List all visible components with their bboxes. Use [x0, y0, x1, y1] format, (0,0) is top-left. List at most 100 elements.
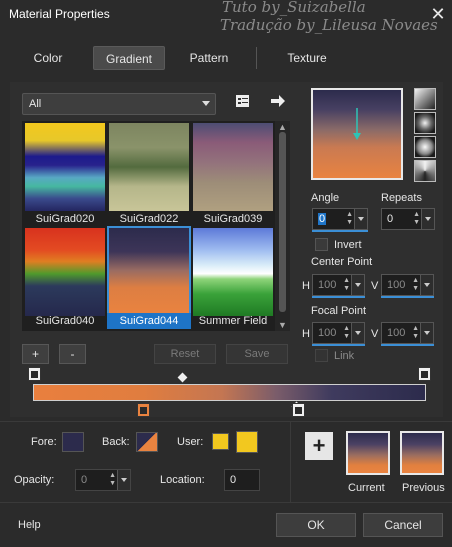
invert-checkbox[interactable] [315, 238, 328, 251]
swatch-suigrad044[interactable] [107, 226, 191, 315]
spin-arrows-icon[interactable]: ▲ ▼ [412, 325, 419, 341]
back-label: Back: [102, 436, 130, 448]
scroll-thumb[interactable] [279, 132, 286, 312]
spin-arrows-icon[interactable]: ▲ ▼ [109, 472, 116, 488]
chevron-down-icon[interactable] [354, 209, 367, 229]
center-h-value: 100 [318, 279, 337, 291]
window-title: Material Properties [9, 7, 110, 21]
sunburst-style-icon[interactable] [414, 136, 436, 158]
tab-texture[interactable]: Texture [270, 46, 344, 70]
repeats-value: 0 [387, 213, 394, 225]
help-link[interactable]: Help [18, 519, 41, 531]
scroll-up-icon[interactable]: ▲ [275, 122, 290, 132]
divider [0, 421, 452, 422]
save-button[interactable]: Save [226, 344, 288, 364]
swatch-suigrad022[interactable] [109, 123, 189, 211]
angle-label: Angle [311, 192, 340, 204]
swatch-label: Summer Field [198, 315, 268, 327]
watermark-line-2: Tradução by_Lileusa Novaes [220, 16, 438, 34]
swatch-label: SuiGrad040 [35, 315, 95, 327]
library-menu-icon[interactable] [235, 93, 251, 109]
repeats-input[interactable]: 0 ▲ ▼ [381, 208, 435, 230]
previous-gradient-swatch[interactable] [400, 431, 444, 475]
location-input[interactable]: 0 [224, 469, 260, 491]
center-v-label: V [371, 280, 379, 292]
ok-button[interactable]: OK [276, 513, 356, 537]
opacity-input[interactable]: 0 ▲ ▼ [75, 469, 131, 491]
add-swatch-button[interactable]: + [305, 432, 333, 460]
swatch-suigrad040[interactable] [25, 228, 105, 316]
tab-gradient[interactable]: Gradient [93, 46, 165, 70]
color-stop-navy[interactable] [292, 403, 305, 417]
opacity-label: Opacity: [14, 474, 55, 486]
chevron-down-icon[interactable] [351, 323, 364, 343]
focal-h-label: H [302, 328, 310, 340]
cancel-button[interactable]: Cancel [363, 513, 443, 537]
rectangular-style-icon[interactable] [414, 112, 436, 134]
chevron-down-icon[interactable] [117, 470, 130, 490]
spin-arrows-icon[interactable]: ▲ ▼ [343, 325, 350, 341]
chevron-down-icon[interactable] [351, 275, 364, 295]
center-v-value: 100 [387, 279, 406, 291]
close-icon[interactable]: ✕ [428, 4, 448, 24]
arrow-right-icon[interactable] [270, 93, 286, 109]
focal-h-input[interactable]: 100 ▲ ▼ [312, 322, 365, 344]
add-gradient-button[interactable]: + [22, 344, 49, 364]
radial-style-icon[interactable] [414, 160, 436, 182]
fore-label: Fore: [31, 436, 57, 448]
linear-style-icon[interactable] [414, 88, 436, 110]
chevron-down-icon[interactable] [420, 323, 433, 343]
color-stop-orange[interactable] [137, 403, 150, 417]
watermark-line-1: Tuto by_Suizabella [222, 0, 366, 16]
category-dropdown[interactable]: All [22, 93, 216, 115]
transparency-stop-right[interactable] [418, 367, 431, 381]
focus-underline [312, 296, 365, 298]
user-label: User: [177, 436, 204, 448]
opacity-value: 0 [81, 474, 88, 486]
focal-v-value: 100 [387, 327, 406, 339]
angle-input[interactable]: 0 ▲ ▼ [312, 208, 368, 230]
center-point-label: Center Point [311, 256, 373, 268]
chevron-down-icon[interactable] [421, 209, 434, 229]
gradient-editor-bar[interactable] [33, 384, 426, 401]
current-gradient-swatch[interactable] [346, 431, 390, 475]
center-h-input[interactable]: 100 ▲ ▼ [312, 274, 365, 296]
spin-arrows-icon[interactable]: ▲ ▼ [412, 277, 419, 293]
focal-v-label: V [371, 328, 379, 340]
user-color-swatch-small[interactable] [212, 433, 229, 450]
fore-color-swatch[interactable] [62, 432, 84, 452]
tab-pattern[interactable]: Pattern [176, 46, 242, 70]
location-value: 0 [230, 474, 237, 486]
tab-separator [256, 47, 257, 69]
divider-vertical [290, 422, 291, 502]
swatch-label: SuiGrad022 [119, 213, 179, 225]
link-checkbox[interactable] [315, 349, 328, 362]
transparency-stop-left[interactable] [28, 367, 41, 381]
divider [0, 502, 452, 503]
remove-gradient-button[interactable]: - [59, 344, 86, 364]
focal-point-label: Focal Point [311, 305, 367, 317]
swatch-suigrad039[interactable] [193, 123, 273, 211]
user-color-swatch[interactable] [236, 431, 258, 453]
center-h-label: H [302, 280, 310, 292]
gradient-preview[interactable] [311, 88, 403, 180]
focus-underline [381, 344, 434, 346]
swatch-summer-field[interactable] [193, 228, 273, 316]
scroll-down-icon[interactable]: ▼ [275, 320, 290, 330]
previous-label: Previous [402, 482, 445, 494]
focus-underline [381, 296, 434, 298]
link-label: Link [334, 350, 355, 362]
back-gradient-swatch[interactable] [136, 432, 158, 452]
swatch-label: SuiGrad020 [35, 213, 95, 225]
spin-arrows-icon[interactable]: ▲ ▼ [343, 277, 350, 293]
reset-button[interactable]: Reset [154, 344, 216, 364]
swatch-suigrad020[interactable] [25, 123, 105, 211]
category-value: All [29, 98, 42, 110]
focal-v-input[interactable]: 100 ▲ ▼ [381, 322, 434, 344]
tab-color[interactable]: Color [14, 46, 82, 70]
invert-label: Invert [334, 239, 362, 251]
center-v-input[interactable]: 100 ▲ ▼ [381, 274, 434, 296]
spin-arrows-icon[interactable]: ▲ ▼ [413, 211, 420, 227]
chevron-down-icon[interactable] [420, 275, 433, 295]
spin-arrows-icon[interactable]: ▲ ▼ [346, 211, 353, 227]
